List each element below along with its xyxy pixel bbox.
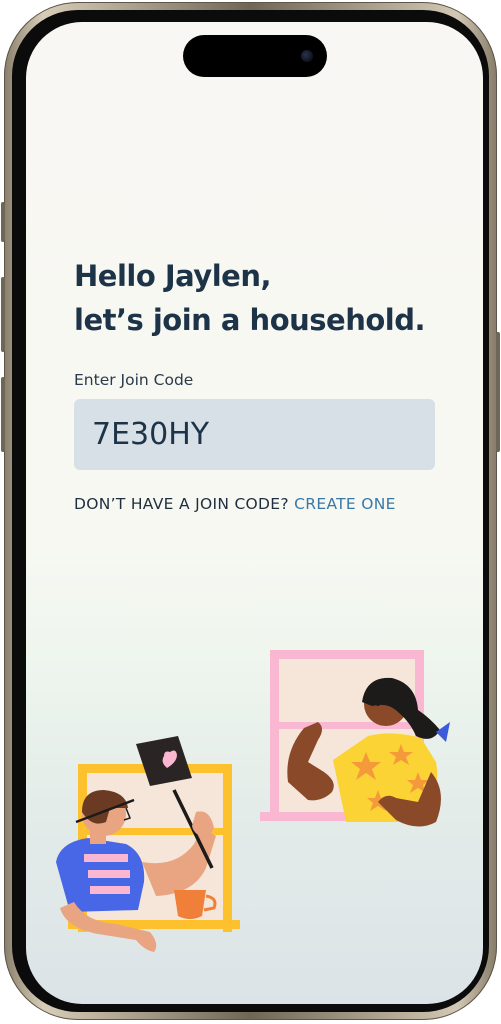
- app-screen: Hello Jaylen, let’s join a household. En…: [26, 22, 483, 1004]
- join-code-label: Enter Join Code: [74, 371, 194, 389]
- dynamic-island: [183, 35, 327, 77]
- join-code-input[interactable]: [74, 399, 435, 470]
- volume-down-button: [1, 377, 5, 452]
- no-code-row: DON’T HAVE A JOIN CODE? CREATE ONE: [74, 495, 396, 513]
- neighbors-illustration: [56, 650, 450, 952]
- camera-icon: [301, 50, 313, 62]
- silent-switch: [1, 202, 5, 242]
- create-one-link[interactable]: CREATE ONE: [294, 495, 396, 513]
- power-button: [496, 332, 500, 452]
- title-subtitle: let’s join a household.: [74, 303, 426, 337]
- volume-up-button: [1, 277, 5, 352]
- phone-frame: Hello Jaylen, let’s join a household. En…: [1, 2, 500, 1020]
- page-title: Hello Jaylen, let’s join a household.: [74, 254, 426, 342]
- title-greeting: Hello Jaylen,: [74, 259, 271, 293]
- no-code-prompt: DON’T HAVE A JOIN CODE?: [74, 495, 289, 513]
